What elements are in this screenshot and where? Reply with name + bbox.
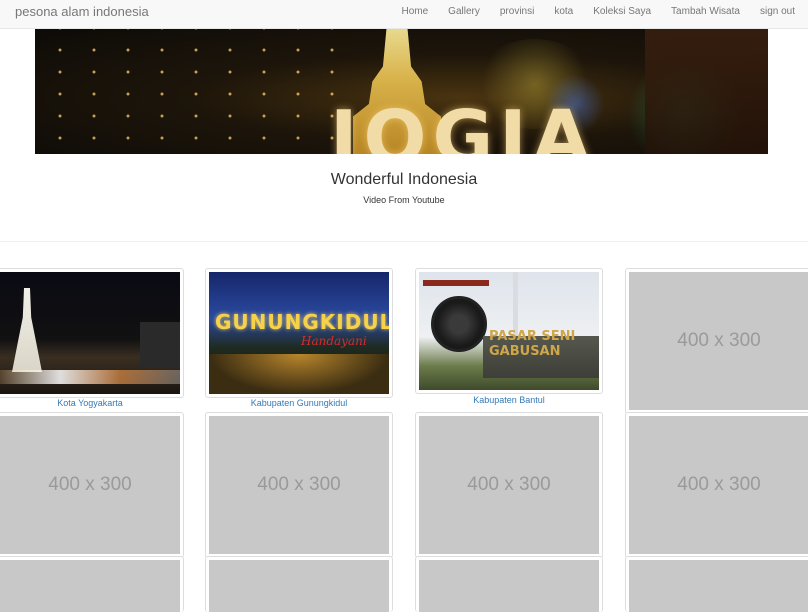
hero-banner-image: JOGJA bbox=[35, 29, 768, 154]
gallery-thumb[interactable] bbox=[0, 268, 184, 398]
placeholder-image bbox=[0, 560, 180, 612]
gallery-thumb[interactable] bbox=[625, 556, 808, 612]
brand-link[interactable]: pesona alam indonesia bbox=[15, 4, 149, 19]
nav-tambah-wisata[interactable]: Tambah Wisata bbox=[661, 0, 750, 28]
placeholder-image: 400 x 300 bbox=[629, 416, 808, 554]
illuminated-base bbox=[209, 354, 389, 394]
placeholder-image: 400 x 300 bbox=[0, 416, 180, 554]
navbar: pesona alam indonesia Home Gallery provi… bbox=[0, 0, 808, 29]
placeholder-image: 400 x 300 bbox=[209, 416, 389, 554]
placeholder-image bbox=[629, 560, 808, 612]
video-subtitle: Video From Youtube bbox=[363, 195, 445, 205]
gallery-thumb[interactable]: 400 x 300 bbox=[415, 412, 603, 558]
handayani-script-text: Handayani bbox=[301, 334, 367, 348]
nav-menu: Home Gallery provinsi kota Koleksi Saya … bbox=[391, 0, 795, 28]
gallery-label-yogyakarta[interactable]: Kota Yogyakarta bbox=[0, 398, 184, 408]
nav-provinsi[interactable]: provinsi bbox=[490, 0, 544, 28]
gunungkidul-photo: GUNUNGKIDUL Handayani bbox=[209, 272, 389, 394]
tugu-monument bbox=[12, 288, 42, 372]
placeholder-image bbox=[419, 560, 599, 612]
gallery-thumb[interactable] bbox=[205, 556, 393, 612]
placeholder-image: 400 x 300 bbox=[419, 416, 599, 554]
nav-gallery[interactable]: Gallery bbox=[438, 0, 490, 28]
gallery-thumb[interactable]: PASAR SENI GABUSAN bbox=[415, 268, 603, 394]
gallery-thumb[interactable]: 400 x 300 bbox=[205, 412, 393, 558]
divider bbox=[0, 241, 808, 242]
gunungkidul-sign-text: GUNUNGKIDUL bbox=[215, 310, 389, 334]
gallery-label-bantul[interactable]: Kabupaten Bantul bbox=[415, 395, 603, 405]
gallery-thumb[interactable] bbox=[415, 556, 603, 612]
gallery-thumb[interactable] bbox=[0, 556, 184, 612]
gallery-thumb[interactable]: GUNUNGKIDUL Handayani bbox=[205, 268, 393, 398]
placeholder-image: 400 x 300 bbox=[629, 272, 808, 410]
nav-sign-out[interactable]: sign out bbox=[750, 0, 795, 28]
gong-frame bbox=[423, 280, 489, 286]
building-silhouette bbox=[140, 322, 180, 368]
gallery-thumb[interactable]: 400 x 300 bbox=[0, 412, 184, 558]
nav-koleksi-saya[interactable]: Koleksi Saya bbox=[583, 0, 661, 28]
pole bbox=[513, 272, 518, 336]
bantul-photo: PASAR SENI GABUSAN bbox=[419, 272, 599, 390]
video-title: Wonderful Indonesia bbox=[330, 171, 478, 188]
hero-image-text: JOGJA bbox=[330, 95, 596, 154]
light-streak bbox=[0, 370, 180, 384]
gallery-label-gunungkidul[interactable]: Kabupaten Gunungkidul bbox=[205, 398, 393, 408]
gong bbox=[431, 296, 487, 352]
pasar-seni-sign-text: PASAR SENI GABUSAN bbox=[489, 329, 576, 359]
tugu-yogyakarta-photo bbox=[0, 272, 180, 394]
placeholder-image bbox=[209, 560, 389, 612]
gallery-thumb[interactable]: 400 x 300 bbox=[625, 412, 808, 558]
gallery-thumb[interactable]: 400 x 300 bbox=[625, 268, 808, 414]
nav-home[interactable]: Home bbox=[391, 0, 438, 28]
nav-kota[interactable]: kota bbox=[544, 0, 583, 28]
building-silhouette bbox=[645, 29, 768, 154]
city-lights bbox=[35, 29, 335, 154]
